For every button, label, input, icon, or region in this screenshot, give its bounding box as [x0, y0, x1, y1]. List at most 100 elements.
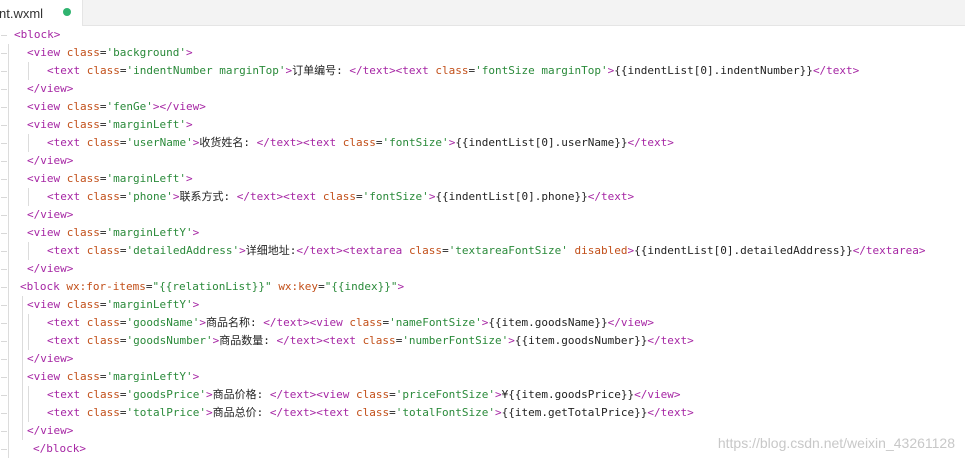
code-line: <text class='goodsNumber'>商品数量: </text><… — [47, 332, 694, 350]
code-token: </text><view — [269, 388, 356, 401]
code-token: {{indentList[0].detailedAddress}} — [634, 244, 853, 257]
code-token: 'numberFontSize' — [402, 334, 509, 347]
code-token: 'phone' — [126, 190, 173, 203]
code-token: > — [185, 172, 193, 185]
code-line: <text class='goodsName'>商品名称: </text><vi… — [47, 314, 654, 332]
file-tab[interactable]: nt.wxml — [0, 0, 83, 26]
editor-tab-bar: nt.wxml — [0, 0, 965, 26]
fold-marker — [1, 359, 7, 360]
code-token: </view> — [27, 262, 74, 275]
code-token: class — [86, 136, 120, 149]
code-token: > — [205, 388, 213, 401]
code-token: 'fontSize' — [362, 190, 429, 203]
fold-marker — [1, 305, 7, 306]
code-editor[interactable]: <block> <view class='background'> <text cl… — [0, 26, 965, 461]
indent-guide — [28, 386, 29, 422]
code-token: <block — [20, 280, 67, 293]
code-line: <text class='indentNumber marginTop'>订单编… — [47, 62, 859, 80]
code-token: 'marginLeftY' — [106, 226, 193, 239]
code-token: </text> — [647, 406, 694, 419]
code-token: > — [397, 280, 405, 293]
code-token: 'marginLeft' — [106, 118, 186, 131]
code-token: </text><text — [269, 406, 356, 419]
code-token: <text — [47, 136, 87, 149]
code-token: class — [86, 334, 120, 347]
code-token: </text><text — [349, 64, 436, 77]
code-line: </block> — [33, 440, 86, 458]
code-token: = — [119, 244, 127, 257]
code-token: <view — [27, 370, 67, 383]
fold-marker — [1, 233, 7, 234]
code-token: = — [119, 388, 127, 401]
fold-marker — [1, 449, 7, 450]
fold-marker — [1, 395, 7, 396]
code-token: 'fenGe' — [106, 100, 153, 113]
code-token: class — [349, 316, 383, 329]
code-token: 'detailedAddress' — [126, 244, 240, 257]
code-token: </text> — [627, 136, 674, 149]
code-line: </view> — [27, 206, 73, 224]
code-token: = — [389, 406, 396, 419]
code-token: = — [99, 46, 107, 59]
code-token: <view — [27, 226, 67, 239]
code-token: class — [86, 406, 120, 419]
fold-marker — [1, 107, 7, 108]
code-token: class — [362, 334, 396, 347]
watermark: https://blog.csdn.net/weixin_43261128 — [717, 435, 955, 451]
code-token: = — [99, 100, 107, 113]
code-token: <block> — [14, 28, 61, 41]
fold-marker — [1, 377, 7, 378]
code-token: {{indentList[0].userName}} — [455, 136, 628, 149]
code-token: = — [99, 118, 107, 131]
code-line: <view class='marginLeftY'> — [27, 296, 199, 314]
code-token: = — [99, 226, 107, 239]
code-token: = — [318, 280, 325, 293]
fold-marker — [1, 125, 7, 126]
code-token: 商品总价: — [212, 406, 270, 419]
code-token: = — [99, 370, 107, 383]
code-token: 商品数量: — [219, 334, 277, 347]
code-token: <view — [27, 100, 67, 113]
code-token: = — [355, 190, 363, 203]
code-line: <view class='marginLeft'> — [27, 170, 193, 188]
code-token: 商品价格: — [212, 388, 270, 401]
code-line: <view class='background'> — [27, 44, 193, 62]
code-token: > — [185, 46, 193, 59]
code-token: </view> — [607, 316, 654, 329]
code-token: </text><text — [236, 190, 323, 203]
code-token: </textarea> — [852, 244, 926, 257]
fold-marker — [1, 269, 7, 270]
code-token: "{{index}}" — [324, 280, 398, 293]
code-line: <text class='totalPrice'>商品总价: </text><t… — [47, 404, 694, 422]
fold-marker — [1, 431, 7, 432]
code-token: </text> — [647, 334, 694, 347]
code-token: 'marginLeftY' — [106, 370, 193, 383]
code-token: ¥{{item.goodsPrice}} — [501, 388, 635, 401]
code-token: {{item.goodsNumber}} — [514, 334, 648, 347]
code-token: <text — [47, 244, 87, 257]
code-token: {{item.goodsName}} — [488, 316, 608, 329]
code-token: 订单编号: — [292, 64, 350, 77]
fold-marker — [1, 215, 7, 216]
code-token: 'fontSize marginTop' — [475, 64, 608, 77]
code-token: 收货姓名: — [199, 136, 257, 149]
code-token: > — [192, 298, 200, 311]
code-line: <view class='fenGe'></view> — [27, 98, 206, 116]
code-token: <view — [27, 118, 67, 131]
code-token: </block> — [33, 442, 86, 455]
code-token: > — [192, 226, 200, 239]
indent-guide — [28, 314, 29, 350]
code-line: </view> — [27, 350, 73, 368]
code-token: 'goodsName' — [126, 316, 200, 329]
fold-marker — [1, 143, 7, 144]
code-token: class — [66, 226, 100, 239]
code-token: 'priceFontSize' — [395, 388, 496, 401]
code-line: </view> — [27, 152, 73, 170]
code-token: "{{relationList}}" — [152, 280, 272, 293]
code-token: class — [322, 190, 356, 203]
code-token: > — [205, 406, 213, 419]
code-token: <text — [47, 388, 87, 401]
code-line: <text class='goodsPrice'>商品价格: </text><v… — [47, 386, 680, 404]
code-token: 'indentNumber marginTop' — [126, 64, 286, 77]
code-token: 'marginLeftY' — [106, 298, 193, 311]
